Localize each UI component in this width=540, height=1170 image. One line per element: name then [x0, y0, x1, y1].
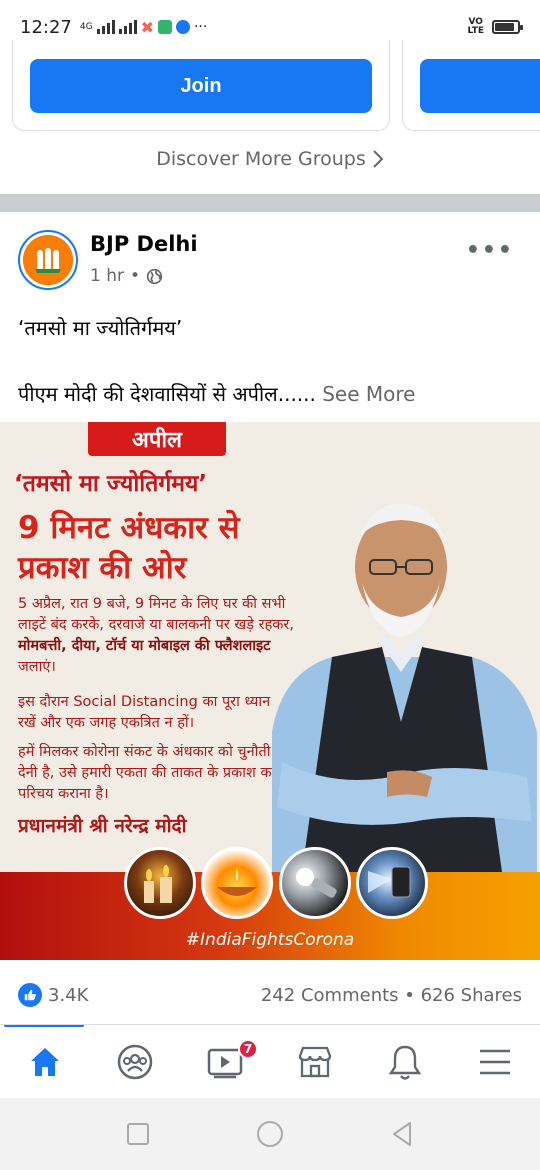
image-paragraph-1a: 5 अप्रैल, रात 9 बजे, 9 मिनट के लिए घर की… [18, 596, 294, 633]
like-reaction-icon [18, 983, 42, 1007]
status-icons: 4G ✖ ··· [80, 18, 207, 37]
status-time: 12:27 [20, 16, 72, 38]
image-hashtag: #IndiaFightsCorona [185, 930, 355, 950]
home-system-icon[interactable] [256, 1120, 284, 1148]
more-notifications-icon: ··· [193, 19, 208, 35]
nav-watch[interactable]: 7 [180, 1025, 270, 1098]
diya-icon [201, 847, 273, 919]
group-suggestion-card-2 [402, 40, 540, 131]
calendar-app-icon [157, 20, 172, 34]
battery-icon [492, 20, 523, 34]
see-more-link[interactable]: See More [322, 382, 415, 406]
signal-2-icon [118, 20, 137, 34]
signal-icon [96, 20, 115, 34]
image-signature: प्रधानमंत्री श्री नरेन्द्र मोदी [18, 815, 187, 837]
join-button-2[interactable] [420, 59, 540, 113]
nav-menu[interactable] [450, 1025, 540, 1098]
post-time[interactable]: 1 hr [90, 266, 124, 286]
feed-divider [0, 194, 540, 212]
chevron-right-icon [373, 150, 384, 168]
recents-icon[interactable] [126, 1122, 150, 1146]
torch-icon [279, 847, 351, 919]
volte-icon: VO LTE [467, 17, 484, 36]
app-notification-icon: ✖ [140, 17, 154, 37]
menu-icon [480, 1049, 510, 1074]
facebook-app-icon [175, 20, 190, 34]
watch-notification-badge: 7 [238, 1039, 258, 1059]
post-header: BJP Delhi 1 hr • ••• [0, 212, 540, 297]
meta-separator: • [129, 266, 141, 286]
post-reactions: 3.4K 242 Comments • 626 Shares [0, 978, 540, 1012]
nav-groups[interactable] [90, 1025, 180, 1098]
discover-label: Discover More Groups [156, 148, 366, 170]
globe-icon [146, 268, 163, 284]
group-suggestion-card: Join [12, 40, 390, 131]
post-image[interactable]: अपील ‘तमसो मा ज्योतिर्गमय’ 9 मिनट अंधकार… [0, 422, 540, 960]
likes-count[interactable]: 3.4K [48, 985, 88, 1006]
page-avatar[interactable] [18, 230, 78, 290]
image-paragraph-1c: जलाएं। [18, 659, 56, 675]
nav-notifications[interactable] [360, 1025, 450, 1098]
bottom-nav: 7 [0, 1024, 540, 1098]
image-paragraph-1b: मोमबत्ती, दीया, टॉर्च या मोबाइल की फ्लैश… [18, 638, 271, 654]
nav-marketplace[interactable] [270, 1025, 360, 1098]
post-meta: 1 hr • [90, 266, 163, 286]
candles-icon [124, 847, 196, 919]
status-right: VO LTE [467, 17, 523, 36]
mobile-flashlight-icon [356, 847, 428, 919]
page-name[interactable]: BJP Delhi [90, 232, 198, 256]
image-tag: अपील [88, 422, 226, 456]
post-options-icon[interactable]: ••• [466, 238, 514, 263]
home-icon [31, 1047, 59, 1076]
network-type: 4G [79, 22, 93, 32]
post-text-line2: पीएम मोदी की देशवासियों से अपील...... Se… [18, 380, 415, 407]
join-button[interactable]: Join [30, 59, 372, 113]
screen: 12:27 4G ✖ ··· VO LTE Join Discover More … [0, 0, 540, 1170]
bell-icon [388, 1045, 422, 1080]
bjp-logo-icon [23, 235, 73, 285]
system-nav-bar [0, 1098, 540, 1170]
nav-home[interactable] [0, 1025, 90, 1098]
groups-icon [117, 1044, 153, 1079]
image-paragraph-3: हमें मिलकर कोरोना संकट के अंधकार को चुनौ… [18, 744, 276, 802]
post-text-line2-content: पीएम मोदी की देशवासियों से अपील...... [18, 382, 316, 406]
comments-shares-count[interactable]: 242 Comments • 626 Shares [261, 985, 522, 1006]
post-text-line1: ‘तमसो मा ज्योतिर्गमय’ [18, 316, 183, 340]
back-icon[interactable] [390, 1121, 414, 1147]
marketplace-icon [298, 1046, 332, 1077]
discover-more-groups-link[interactable]: Discover More Groups [0, 148, 540, 170]
image-paragraph-2: इस दौरान Social Distancing का पूरा ध्यान… [18, 694, 271, 731]
image-quote: ‘तमसो मा ज्योतिर्गमय’ [14, 471, 208, 497]
pm-portrait-illustration [272, 503, 537, 872]
